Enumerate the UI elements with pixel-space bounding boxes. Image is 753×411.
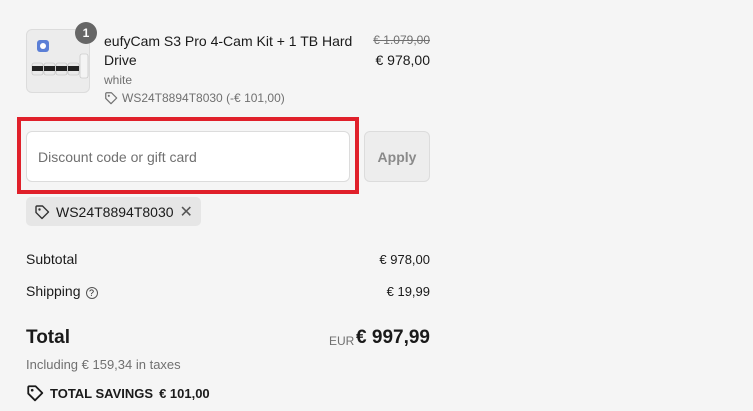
product-title: eufyCam S3 Pro 4-Cam Kit + 1 TB Hard Dri… (104, 33, 353, 68)
savings-label: TOTAL SAVINGS (50, 385, 154, 401)
quantity-badge: 1 (75, 22, 97, 44)
savings-value: € 101,00 (159, 385, 210, 401)
total-currency: EUR (329, 334, 355, 348)
tag-icon (35, 204, 50, 219)
product-discount-line: WS24T8894T8030 (-€ 101,00) (104, 91, 285, 105)
shipping-value: € 19,99 (386, 284, 430, 299)
total-savings: TOTAL SAVINGS € 101,00 (26, 384, 210, 402)
tag-icon (27, 385, 44, 402)
product-variant: white (104, 73, 133, 87)
product-discount-text: WS24T8894T8030 (-€ 101,00) (122, 91, 285, 105)
subtotal-value: € 978,00 (379, 252, 430, 267)
taxes-note: Including € 159,34 in taxes (26, 357, 181, 372)
apply-button[interactable]: Apply (364, 131, 430, 182)
total-value: € 997,99 (356, 327, 430, 348)
shipping-row: Shipping? (26, 283, 98, 299)
price-current: € 978,00 (375, 52, 431, 68)
subtotal-label: Subtotal (26, 251, 78, 267)
applied-code-chip: WS24T8894T8030 ✕ (26, 197, 201, 226)
tag-icon (105, 92, 118, 105)
price-original: € 1.079,00 (373, 33, 430, 47)
remove-code-icon[interactable]: ✕ (180, 202, 193, 222)
applied-code-text: WS24T8894T8030 (56, 203, 174, 220)
shipping-label: Shipping (26, 283, 81, 299)
discount-code-input[interactable] (26, 131, 350, 182)
total-label: Total (26, 327, 70, 348)
help-icon[interactable]: ? (85, 287, 98, 299)
